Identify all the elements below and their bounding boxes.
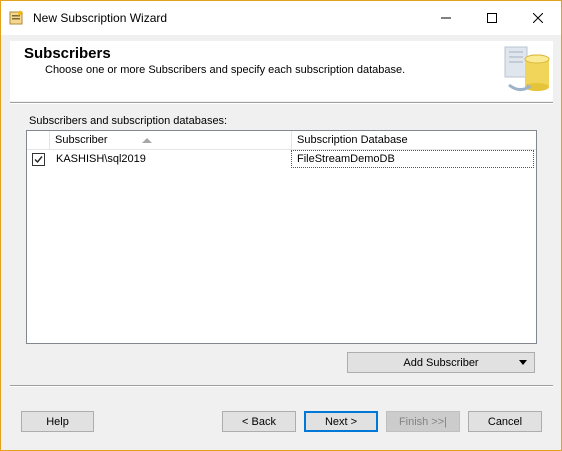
table-row[interactable]: KASHISH\sql2019 FileStreamDemoDB <box>27 150 536 169</box>
wizard-app-icon <box>9 9 25 25</box>
checkbox-checked-icon <box>34 156 43 164</box>
subscribers-grid[interactable]: Subscriber Subscription Database KASHISH… <box>26 130 537 344</box>
subscriber-name-cell: KASHISH\sql2019 <box>56 153 146 165</box>
column-header-subscriber[interactable]: Subscriber <box>50 131 292 149</box>
minimize-icon <box>441 17 451 19</box>
add-subscriber-button[interactable]: Add Subscriber <box>347 352 535 373</box>
next-button[interactable]: Next > <box>304 411 378 432</box>
add-subscriber-label: Add Subscriber <box>403 357 479 369</box>
window-title: New Subscription Wizard <box>33 11 168 25</box>
finish-button[interactable]: Finish >>| <box>386 411 460 432</box>
page-title: Subscribers <box>24 45 111 62</box>
subscription-database-cell[interactable]: FileStreamDemoDB <box>291 150 534 168</box>
footer-divider <box>10 385 553 387</box>
close-icon <box>533 13 543 23</box>
subscriber-checkbox[interactable] <box>32 153 45 166</box>
minimize-button[interactable] <box>423 1 469 35</box>
back-button[interactable]: < Back <box>222 411 296 432</box>
maximize-icon <box>487 13 497 23</box>
title-bar[interactable]: New Subscription Wizard <box>1 1 561 35</box>
column-header-check[interactable] <box>27 131 50 149</box>
wizard-window: New Subscription Wizard Subscribers Choo… <box>0 0 562 451</box>
database-cylinder-icon <box>497 41 553 101</box>
column-header-subscriber-label: Subscriber <box>55 134 108 146</box>
dropdown-arrow-icon <box>519 360 527 365</box>
subscribers-grid-label: Subscribers and subscription databases: <box>29 115 228 127</box>
sort-ascending-icon <box>142 138 152 143</box>
close-button[interactable] <box>515 1 561 35</box>
column-header-subscription-database[interactable]: Subscription Database <box>292 131 536 149</box>
column-header-database-label: Subscription Database <box>297 134 408 146</box>
wizard-header-banner: Subscribers Choose one or more Subscribe… <box>10 41 553 101</box>
page-subtitle: Choose one or more Subscribers and speci… <box>45 64 406 76</box>
header-divider <box>10 102 553 104</box>
help-button[interactable]: Help <box>21 411 94 432</box>
cancel-button[interactable]: Cancel <box>468 411 542 432</box>
grid-header: Subscriber Subscription Database <box>27 131 536 150</box>
maximize-button[interactable] <box>469 1 515 35</box>
